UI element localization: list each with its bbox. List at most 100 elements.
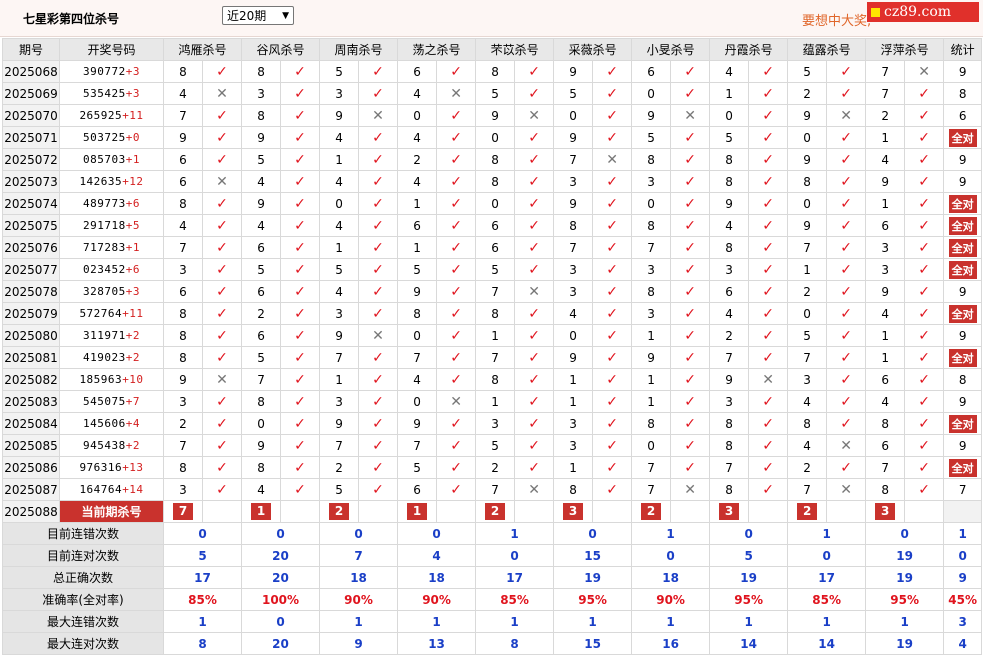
count-cell: 7 (943, 478, 983, 501)
kill-number-cell: 1 (553, 390, 594, 413)
current-kill-cell: 1 (397, 500, 438, 523)
result-mark-cell: ✓ (748, 126, 789, 149)
result-mark-cell: ✓ (670, 456, 711, 479)
kill-number-cell: 1 (475, 390, 516, 413)
check-icon: ✓ (372, 371, 384, 388)
result-mark-cell: ✓ (358, 456, 399, 479)
kill-number-cell: 8 (787, 170, 828, 193)
check-icon: ✓ (216, 305, 228, 322)
check-icon: ✓ (606, 437, 618, 454)
check-icon: ✓ (528, 459, 540, 476)
kill-number-cell: 0 (787, 192, 828, 215)
result-mark-cell: ✓ (514, 346, 555, 369)
result-mark-cell: ✓ (748, 324, 789, 347)
kill-number-cell: 1 (475, 324, 516, 347)
result-mark-cell: ✓ (436, 126, 477, 149)
result-mark-cell: ✓ (358, 368, 399, 391)
check-icon: ✓ (294, 129, 306, 146)
issue-cell: 2025081 (2, 346, 60, 369)
count-cell: 9 (943, 324, 983, 347)
check-icon: ✓ (762, 195, 774, 212)
check-icon: ✓ (450, 349, 462, 366)
expert-header: 蕴露杀号 (787, 38, 867, 61)
draw-cell: 545075+7 (59, 390, 164, 413)
kill-number-cell: 8 (631, 412, 672, 435)
kill-number-cell: 5 (787, 60, 828, 83)
kill-number-cell: 5 (241, 148, 282, 171)
kill-number-cell: 9 (241, 434, 282, 457)
kill-number-cell: 5 (397, 456, 438, 479)
stats-row: 总正确次数 17 20 18 18 17 19 18 19 17 19 9 (2, 566, 983, 589)
stats-value: 5 (709, 544, 789, 567)
check-icon: ✓ (372, 63, 384, 80)
result-mark-cell: ✓ (904, 148, 945, 171)
stats-value: 5 (162, 544, 243, 567)
table-row: 2025087 164764+14 3 ✓ 4 ✓ 5 ✓ 6 ✓ 7 ✕ 8 ✓ 7 ✕ 8 ✓ 7 ✕ 8 ✓ 7 (2, 478, 983, 501)
kill-number-cell: 0 (397, 390, 438, 413)
check-icon: ✓ (606, 393, 618, 410)
slogan-link[interactable]: 要想中大奖, (802, 10, 871, 29)
result-mark-cell: ✓ (436, 412, 477, 435)
kill-number-cell: 6 (163, 280, 203, 303)
current-issue-cell: 2025088 (2, 500, 60, 523)
draw-cell: 311971+2 (59, 324, 164, 347)
result-mark-cell: ✓ (904, 412, 945, 435)
result-mark-cell: ✓ (670, 280, 711, 303)
kill-number-cell: 1 (865, 192, 906, 215)
kill-number-cell: 0 (241, 412, 282, 435)
check-icon: ✓ (216, 415, 228, 432)
kill-number-cell: 8 (787, 412, 828, 435)
result-mark-cell: ✓ (436, 434, 477, 457)
count-cell: 8 (943, 82, 983, 105)
result-mark-cell: ✓ (514, 456, 555, 479)
current-kill-number: 1 (251, 503, 272, 520)
check-icon: ✓ (762, 437, 774, 454)
site-logo[interactable]: cz89.com (867, 2, 979, 22)
kill-number-cell: 1 (397, 192, 438, 215)
check-icon: ✓ (294, 151, 306, 168)
kill-number-cell: 2 (397, 148, 438, 171)
count-value: 9 (958, 174, 967, 189)
current-kill-blank (748, 500, 789, 523)
kill-number-cell: 7 (475, 478, 516, 501)
result-mark-cell: ✓ (592, 280, 633, 303)
result-mark-cell: ✓ (280, 390, 321, 413)
result-mark-cell: ✓ (592, 236, 633, 259)
result-mark-cell: ✓ (670, 192, 711, 215)
kill-number-cell: 7 (865, 456, 906, 479)
kill-number-cell: 4 (709, 302, 750, 325)
count-cell: 8 (943, 368, 983, 391)
draw-digits: 145606 (83, 417, 126, 430)
check-icon: ✓ (918, 437, 931, 454)
kill-number-cell: 3 (631, 258, 672, 281)
draw-cell: 535425+3 (59, 82, 164, 105)
check-icon: ✓ (684, 151, 696, 168)
kill-number-cell: 4 (319, 280, 360, 303)
kill-number-cell: 9 (865, 170, 906, 193)
check-icon: ✓ (606, 415, 618, 432)
check-icon: ✓ (684, 459, 696, 476)
result-mark-cell: ✓ (358, 346, 399, 369)
table-row: 2025080 311971+2 8 ✓ 6 ✓ 9 ✕ 0 ✓ 1 ✓ 0 ✓ 1 ✓ 2 ✓ 5 ✓ 1 ✓ 9 (2, 324, 983, 347)
check-icon: ✓ (450, 151, 462, 168)
result-mark-cell: ✓ (904, 478, 945, 501)
result-mark-cell: ✓ (592, 324, 633, 347)
kill-number-cell: 8 (475, 60, 516, 83)
kill-number-cell: 1 (397, 236, 438, 259)
result-mark-cell: ✓ (748, 346, 789, 369)
result-mark-cell: ✓ (201, 60, 243, 83)
result-mark-cell: ✓ (592, 192, 633, 215)
result-mark-cell: ✓ (748, 390, 789, 413)
result-mark-cell: ✕ (358, 104, 399, 127)
result-mark-cell: ✓ (670, 236, 711, 259)
stats-value: 1 (631, 522, 711, 545)
result-mark-cell: ✓ (904, 104, 945, 127)
result-mark-cell: ✕ (514, 104, 555, 127)
result-mark-cell: ✓ (514, 236, 555, 259)
expert-header: 浮萍杀号 (865, 38, 945, 61)
kill-number-cell: 6 (397, 60, 438, 83)
draw-plus: +2 (125, 439, 140, 452)
check-icon: ✓ (762, 481, 774, 498)
period-select[interactable]: 近20期 ▼ (222, 6, 294, 25)
check-icon: ✓ (840, 393, 852, 410)
